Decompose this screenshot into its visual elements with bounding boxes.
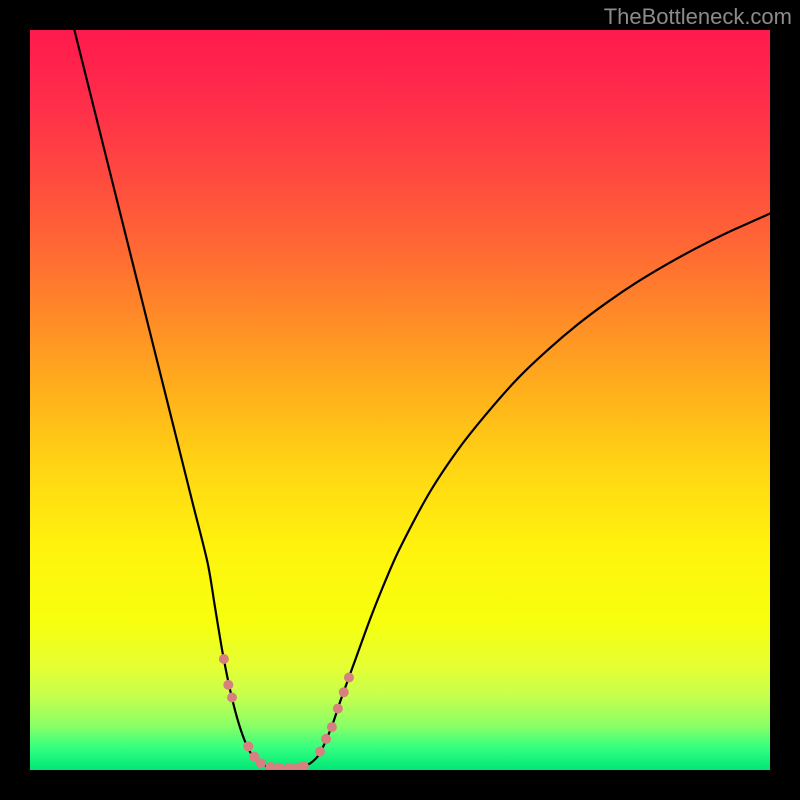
highlight-dot <box>227 692 237 702</box>
highlight-dot <box>223 680 233 690</box>
watermark-label: TheBottleneck.com <box>604 4 792 30</box>
highlight-dot <box>274 763 284 770</box>
highlight-dot <box>256 758 266 768</box>
highlight-dot <box>243 741 253 751</box>
highlight-dot <box>333 704 343 714</box>
highlight-dot <box>321 734 331 744</box>
highlight-dot <box>327 722 337 732</box>
bottleneck-curve <box>74 30 770 768</box>
highlight-points <box>219 654 354 770</box>
plot-area <box>30 30 770 770</box>
highlight-dot <box>219 654 229 664</box>
chart-container: TheBottleneck.com <box>0 0 800 800</box>
highlight-dot <box>284 763 294 770</box>
highlight-dot <box>315 747 325 757</box>
highlight-dot <box>344 673 354 683</box>
highlight-dot <box>266 762 276 770</box>
curve-layer <box>30 30 770 770</box>
highlight-dot <box>299 761 309 770</box>
highlight-dot <box>339 687 349 697</box>
